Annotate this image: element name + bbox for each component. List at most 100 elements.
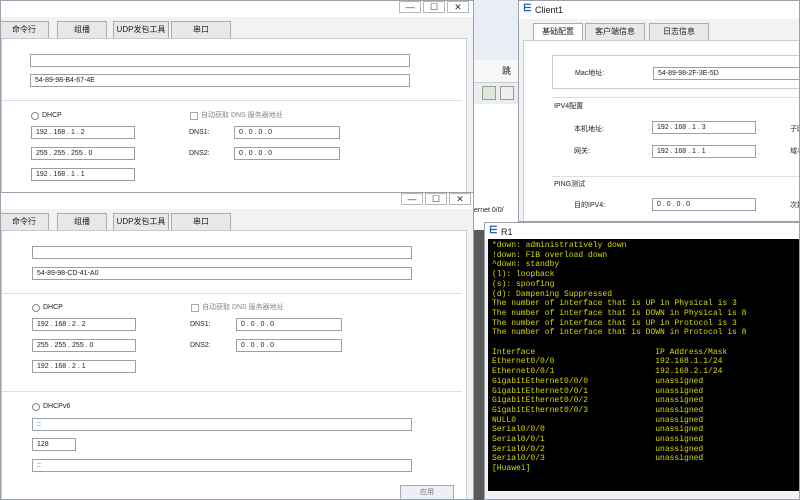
- apply-button[interactable]: 应用: [400, 485, 454, 499]
- close-button[interactable]: ✕: [447, 1, 469, 13]
- terminal-line: The number of interface that is DOWN in …: [492, 308, 747, 318]
- dns2-label: DNS2:: [190, 342, 211, 349]
- terminal-line: Serial0/0/1 unassigned: [492, 435, 704, 444]
- toolbar-icon[interactable]: [482, 86, 496, 100]
- subnet-mask-field[interactable]: 255 . 255 . 255 . 0: [32, 339, 136, 352]
- terminal-line: GigabitEthernet0/0/1 unassigned: [492, 386, 704, 396]
- auto-dns-label: 自动获取 DNS 服务器地址: [202, 304, 284, 311]
- subnet-label: 子网: [790, 126, 799, 133]
- gateway-field[interactable]: 192 . 168 . 1 . 1: [31, 168, 135, 181]
- mac-field: 54-89-98-B4-67-4E: [30, 74, 410, 87]
- gateway-label: 网关:: [574, 148, 590, 155]
- r1-terminal-window: ⋿ R1 *down: administratively down !down: …: [484, 222, 800, 500]
- tab-log-info[interactable]: 日志信息: [649, 23, 709, 40]
- dest-ipv4-field[interactable]: 0 . 0 . 0 . 0: [652, 198, 756, 211]
- gateway-field[interactable]: 192 . 168 . 2 . 1: [32, 360, 136, 373]
- basic-config-panel: 54-89-98-B4-67-4E DHCP 自动获取 DNS 服务器地址 19…: [1, 38, 467, 194]
- dhcp-radio[interactable]: [31, 112, 39, 120]
- tab-udp-tool[interactable]: UDP发包工具: [113, 213, 169, 230]
- terminal-line: ^down: standby: [492, 260, 560, 270]
- domain-label: 域名: [790, 148, 799, 155]
- hostname-field[interactable]: [30, 54, 410, 67]
- local-ip-label: 本机地址:: [574, 126, 604, 133]
- background-app: 跳 ernet 0/0/: [474, 0, 520, 230]
- tab-multicast[interactable]: 组播: [57, 21, 107, 38]
- pc-config-window-b: — ☐ ✕ 命令行 组播 UDP发包工具 串口 54-89-98-CD-41-A…: [0, 192, 474, 500]
- hostname-field[interactable]: [32, 246, 412, 259]
- dns1-label: DNS1:: [190, 321, 211, 328]
- dns1-field[interactable]: 0 . 0 . 0 . 0: [234, 126, 340, 139]
- basic-config-panel: 54-89-98-CD-41-A0 DHCP 自动获取 DNS 服务器地址 19…: [1, 230, 467, 499]
- title-bar: ⋿ Client1: [519, 1, 799, 19]
- dns2-field[interactable]: 0 . 0 . 0 . 0: [234, 147, 340, 160]
- tab-udp-tool[interactable]: UDP发包工具: [113, 21, 169, 38]
- dns1-field[interactable]: 0 . 0 . 0 . 0: [236, 318, 342, 331]
- terminal-line: The number of interface that is UP in Pr…: [492, 318, 737, 328]
- basic-config-panel: Mac地址: 54-89-98-2F-3E-5D IPV4配置 本机地址: 19…: [523, 40, 799, 221]
- tab-command[interactable]: 命令行: [1, 21, 49, 38]
- terminal-line: Serial0/0/0 unassigned: [492, 425, 704, 435]
- window-title: Client1: [535, 5, 564, 15]
- terminal-line: Serial0/0/3 unassigned: [492, 454, 704, 464]
- client1-window: ⋿ Client1 基础配置 客户端信息 日志信息 Mac地址: 54-89-9…: [518, 0, 800, 222]
- terminal-line: *down: administratively down: [492, 241, 627, 250]
- terminal-line: GigabitEthernet0/0/3 unassigned: [492, 405, 704, 415]
- ipv4-section-title: IPV4配置: [554, 103, 584, 110]
- tab-command[interactable]: 命令行: [1, 213, 49, 230]
- terminal-line: (l): loopback: [492, 270, 555, 280]
- divider: [2, 293, 462, 294]
- terminal-line: (s): spoofing: [492, 279, 555, 289]
- minimize-button[interactable]: —: [401, 193, 423, 205]
- dhcpv6-radio[interactable]: [32, 403, 40, 411]
- terminal-screen[interactable]: *down: administratively down !down: FIB o…: [488, 239, 799, 491]
- dhcp-radio[interactable]: [32, 304, 40, 312]
- pc-config-window-a: — ☐ ✕ 命令行 组播 UDP发包工具 串口 54-89-98-B4-67-4…: [0, 0, 474, 195]
- dhcpv6-label: DHCPv6: [43, 403, 71, 410]
- mac-field: 54-89-98-2F-3E-5D: [653, 67, 799, 80]
- terminal-line: !down: FIB overload down: [492, 250, 608, 260]
- maximize-button[interactable]: ☐: [425, 193, 447, 205]
- mac-group: Mac地址: 54-89-98-2F-3E-5D: [552, 55, 799, 89]
- local-ip-field[interactable]: 192 . 168 . 1 . 3: [652, 121, 756, 134]
- dns2-label: DNS2:: [189, 150, 210, 157]
- mac-field: 54-89-98-CD-41-A0: [32, 267, 412, 280]
- gateway-field[interactable]: 192 . 168 . 1 . 1: [652, 145, 756, 158]
- maximize-button[interactable]: ☐: [423, 1, 445, 13]
- terminal-line: [Huawei]: [492, 464, 531, 474]
- ip-address-field[interactable]: 192 . 168 . 1 . 2: [31, 126, 135, 139]
- auto-dns-label: 自动获取 DNS 服务器地址: [201, 112, 283, 119]
- tab-client-info[interactable]: 客户端信息: [585, 23, 645, 40]
- subnet-mask-field[interactable]: 255 . 255 . 255 . 0: [31, 147, 135, 160]
- terminal-line: NULL0 unassigned: [492, 415, 704, 425]
- background-label: 跳: [502, 66, 512, 76]
- toolbar-icon[interactable]: [500, 86, 514, 100]
- ipv6-address-field[interactable]: ::: [32, 418, 412, 431]
- auto-dns-checkbox[interactable]: [190, 112, 198, 120]
- terminal-line: GigabitEthernet0/0/2 unassigned: [492, 396, 704, 406]
- ipv6-gateway-field[interactable]: ::: [32, 459, 412, 472]
- mac-label: Mac地址:: [575, 70, 605, 77]
- title-bar: — ☐ ✕: [1, 1, 473, 17]
- minimize-button[interactable]: —: [399, 1, 421, 13]
- close-button[interactable]: ✕: [449, 193, 471, 205]
- auto-dns-checkbox[interactable]: [191, 304, 199, 312]
- ipv6-prefix-field[interactable]: 128: [32, 438, 76, 451]
- tab-serial[interactable]: 串口: [171, 213, 231, 230]
- terminal-line: Ethernet0/0/1 192.168.2.1/24: [492, 367, 723, 377]
- terminal-line: (d): Dampening Suppressed: [492, 289, 613, 299]
- terminal-line: Interface IP Address/Mask: [492, 347, 728, 357]
- client-icon: ⋿: [523, 3, 532, 14]
- tab-multicast[interactable]: 组播: [57, 213, 107, 230]
- ip-address-field[interactable]: 192 . 168 . 2 . 2: [32, 318, 136, 331]
- terminal-line: The number of interface that is DOWN in …: [492, 328, 747, 338]
- router-icon: ⋿: [489, 225, 498, 236]
- tab-serial[interactable]: 串口: [171, 21, 231, 38]
- divider: [552, 97, 799, 98]
- title-bar: ⋿ R1: [485, 223, 799, 239]
- dns2-field[interactable]: 0 . 0 . 0 . 0: [236, 339, 342, 352]
- tab-basic-config[interactable]: 基础配置: [533, 23, 583, 40]
- count-label: 次数: [790, 202, 799, 209]
- dhcp-label: DHCP: [43, 304, 63, 311]
- dest-ipv4-label: 目的IPV4:: [574, 202, 606, 209]
- title-bar: — ☐ ✕: [1, 193, 473, 209]
